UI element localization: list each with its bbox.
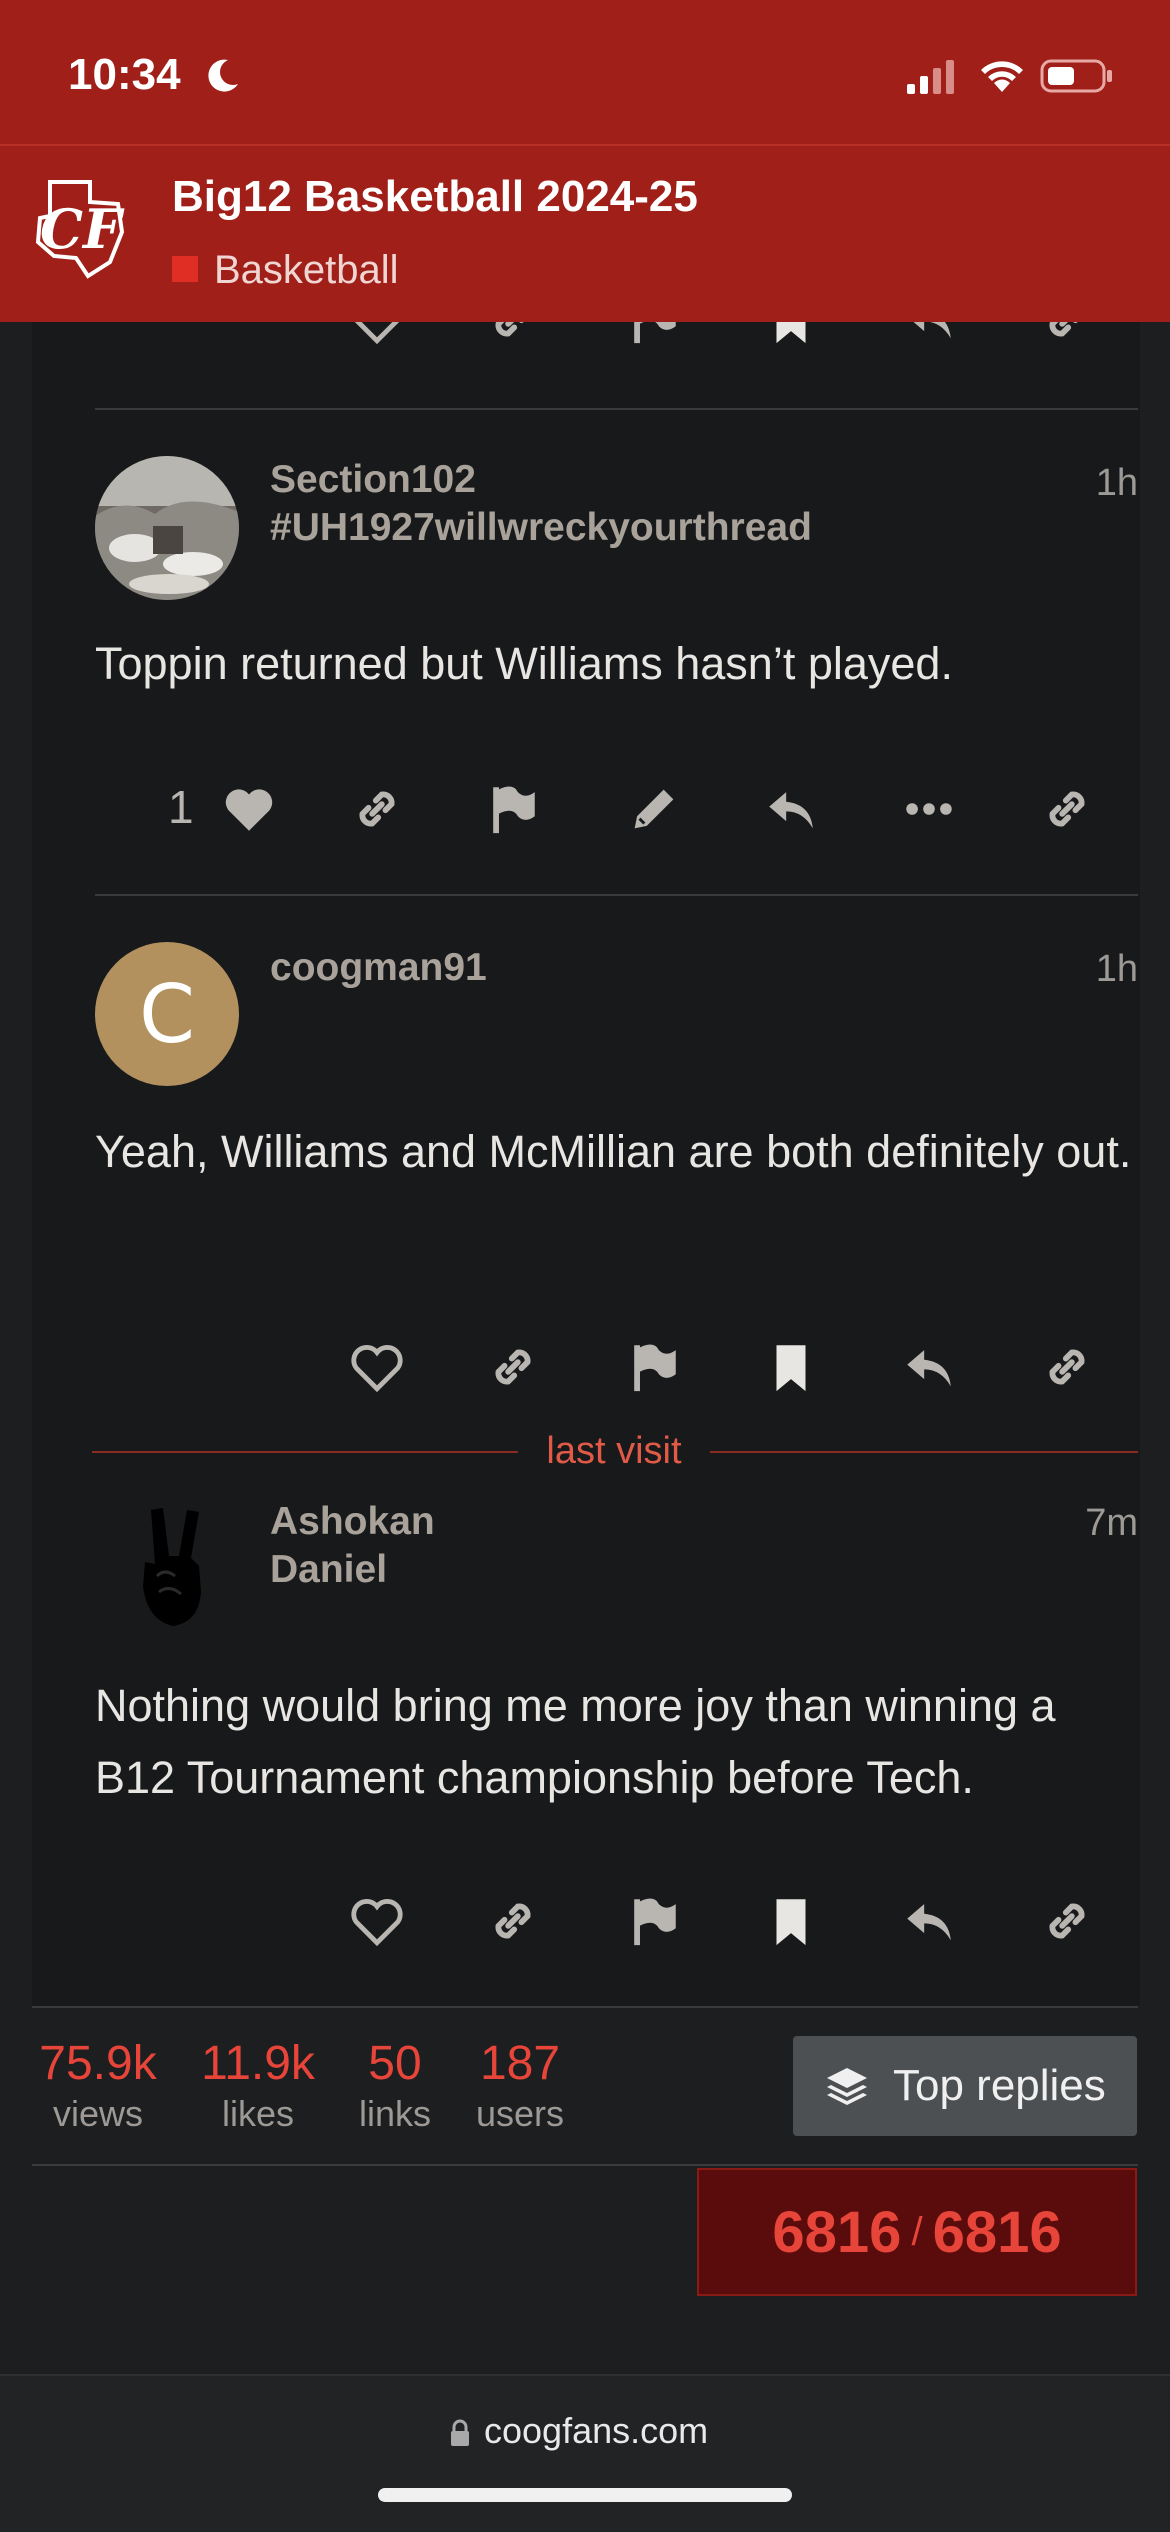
reply-icon[interactable] xyxy=(762,780,820,838)
category-link[interactable]: Basketball xyxy=(214,248,399,293)
link-icon[interactable] xyxy=(348,780,406,838)
share-link-icon[interactable] xyxy=(1038,1892,1096,1950)
stat-value: 50 xyxy=(368,2037,422,2090)
flag-icon[interactable] xyxy=(625,322,683,348)
layers-icon xyxy=(827,2068,867,2105)
url-text[interactable]: coogfans.com xyxy=(484,2410,708,2452)
post-body: Nothing would bring me more joy than win… xyxy=(95,1680,1056,1803)
username[interactable]: Section102 xyxy=(270,456,476,504)
category-badge-color xyxy=(172,256,198,282)
stat-label: views xyxy=(52,2093,144,2134)
stats-divider xyxy=(32,2164,1138,2166)
home-indicator[interactable] xyxy=(378,2488,792,2502)
heart-outline-icon[interactable] xyxy=(348,1892,406,1950)
top-replies-button[interactable]: Top replies xyxy=(793,2036,1137,2136)
top-replies-label: Top replies xyxy=(893,2061,1106,2110)
post-body: Yeah, Williams and McMillian are both de… xyxy=(95,1126,1132,1177)
link-icon[interactable] xyxy=(484,322,542,348)
topic-progress[interactable]: 6816 / 6816 xyxy=(697,2168,1137,2296)
share-link-icon[interactable] xyxy=(1038,780,1096,838)
flag-icon[interactable] xyxy=(484,780,542,838)
wifi-icon xyxy=(981,61,1023,92)
stat-links[interactable]: 50 links xyxy=(350,2036,440,2136)
stat-label: links xyxy=(358,2093,432,2134)
moon-icon xyxy=(208,59,238,92)
header-divider xyxy=(0,144,1170,146)
stat-value: 187 xyxy=(479,2037,561,2090)
flag-icon[interactable] xyxy=(625,1892,683,1950)
post-time[interactable]: 7m xyxy=(1085,1502,1138,1545)
site-logo[interactable]: CF xyxy=(30,172,126,284)
flag-icon[interactable] xyxy=(625,1338,683,1396)
stat-value: 11.9k xyxy=(201,2037,315,2090)
previous-post-actions xyxy=(0,322,1170,348)
stat-label: users xyxy=(475,2093,565,2134)
user-title: #UH1927willwreckyourthread xyxy=(270,506,812,549)
post-time[interactable]: 1h xyxy=(1096,948,1138,991)
share-link-icon[interactable] xyxy=(1038,1338,1096,1396)
stat-label: likes xyxy=(221,2093,295,2134)
username-line2[interactable]: Daniel xyxy=(270,1546,387,1594)
avatar-letter: C xyxy=(139,967,195,1061)
pencil-icon[interactable] xyxy=(625,780,683,838)
bookmark-icon[interactable] xyxy=(762,322,820,348)
share-link-icon[interactable] xyxy=(1038,322,1096,348)
cellular-signal-icon xyxy=(907,60,954,94)
post-separator xyxy=(95,408,1138,410)
avatar[interactable] xyxy=(95,1496,239,1640)
battery-icon xyxy=(1040,59,1112,93)
bookmark-icon[interactable] xyxy=(762,1892,820,1950)
avatar[interactable]: C xyxy=(95,942,239,1086)
reply-icon[interactable] xyxy=(900,1892,958,1950)
stat-views[interactable]: 75.9k views xyxy=(34,2036,162,2136)
link-icon[interactable] xyxy=(484,1892,542,1950)
post-body: Toppin returned but Williams hasn’t play… xyxy=(95,638,953,689)
post-time[interactable]: 1h xyxy=(1096,462,1138,505)
topic-header-area: 10:34 CF Big12 Basketball 2024-25 Basket… xyxy=(0,0,1170,322)
username[interactable]: coogman91 xyxy=(270,944,487,992)
horns-down-hand-icon xyxy=(95,1496,239,1640)
topic-title[interactable]: Big12 Basketball 2024-25 xyxy=(172,172,698,222)
more-icon[interactable] xyxy=(900,780,958,838)
reply-icon[interactable] xyxy=(900,322,958,348)
avatar[interactable] xyxy=(95,456,239,600)
progress-current: 6816 xyxy=(772,2199,902,2265)
browser-address-bar[interactable] xyxy=(0,2374,1170,2532)
link-icon[interactable] xyxy=(484,1338,542,1396)
username-line1[interactable]: Ashokan xyxy=(270,1498,435,1546)
heart-outline-icon[interactable] xyxy=(348,1338,406,1396)
status-time: 10:34 xyxy=(68,50,181,99)
reply-icon[interactable] xyxy=(900,1338,958,1396)
bookmark-icon[interactable] xyxy=(762,1338,820,1396)
heart-filled-icon[interactable] xyxy=(220,780,278,838)
last-visit-label: last visit xyxy=(518,1428,710,1474)
heart-outline-icon[interactable] xyxy=(348,322,406,348)
logo-text: CF xyxy=(40,197,125,261)
progress-slash: / xyxy=(911,2209,923,2254)
lock-icon xyxy=(451,2419,469,2446)
like-count[interactable]: 1 xyxy=(168,780,194,834)
post-separator xyxy=(95,894,1138,896)
stat-value: 75.9k xyxy=(39,2037,157,2090)
stats-divider xyxy=(32,2006,1138,2008)
progress-total: 6816 xyxy=(932,2199,1062,2265)
stat-likes[interactable]: 11.9k likes xyxy=(196,2036,320,2136)
stat-users[interactable]: 187 users xyxy=(466,2036,574,2136)
